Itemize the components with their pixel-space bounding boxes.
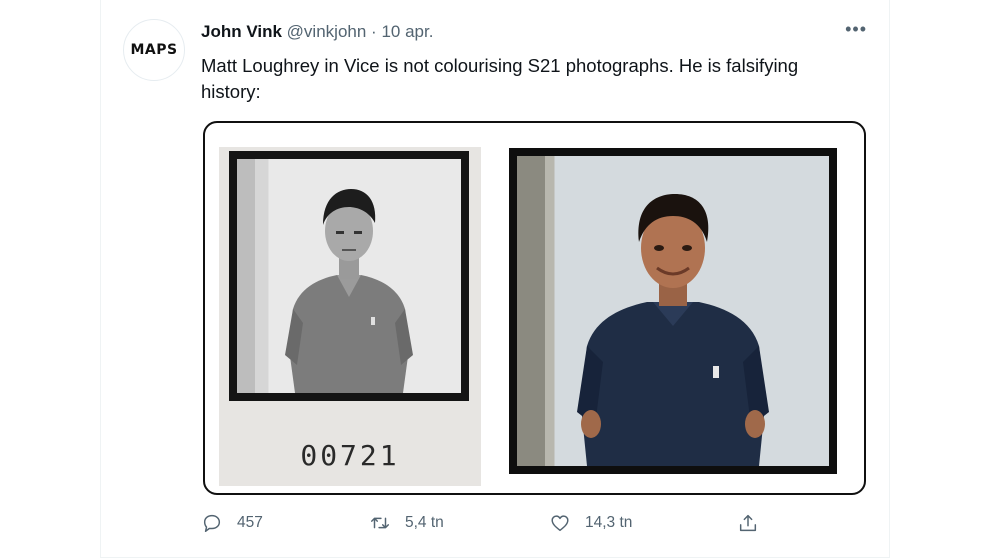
avatar-logo: MAPS xyxy=(130,42,178,58)
comment-icon xyxy=(203,514,221,532)
retweet-button[interactable]: 5,4 tn xyxy=(369,512,444,534)
reply-count: 457 xyxy=(237,514,263,531)
bw-portrait xyxy=(237,159,461,393)
share-button[interactable] xyxy=(737,512,759,534)
header-separator: · xyxy=(371,22,377,41)
retweet-count: 5,4 tn xyxy=(405,514,444,531)
color-portrait xyxy=(517,156,829,466)
tweet-media[interactable]: 00721 xyxy=(203,121,866,495)
like-count: 14,3 tn xyxy=(585,514,633,531)
tweet-card[interactable]: MAPS John Vink @vinkjohn · 10 apr. ••• M… xyxy=(100,0,890,558)
original-photo[interactable]: 00721 xyxy=(219,147,481,486)
prisoner-number: 00721 xyxy=(300,439,400,472)
share-icon xyxy=(739,514,757,532)
avatar[interactable]: MAPS xyxy=(123,19,185,81)
tweet-text: Matt Loughrey in Vice is not colourising… xyxy=(201,55,799,102)
tweet-actions: 457 5,4 tn 14,3 tn xyxy=(201,512,881,538)
retweet-icon xyxy=(371,517,389,529)
more-options-icon[interactable]: ••• xyxy=(845,20,867,38)
tweet-header: John Vink @vinkjohn · 10 apr. xyxy=(201,22,433,42)
photo-frame xyxy=(229,151,469,401)
heart-icon xyxy=(551,515,569,532)
like-button[interactable]: 14,3 tn xyxy=(549,512,632,534)
author-handle[interactable]: @vinkjohn xyxy=(287,22,367,41)
tweet-date[interactable]: 10 apr. xyxy=(381,22,433,41)
color-person-figure xyxy=(577,194,769,466)
colourised-photo[interactable] xyxy=(509,148,837,474)
reply-button[interactable]: 457 xyxy=(201,512,263,534)
author-name[interactable]: John Vink xyxy=(201,22,282,41)
bw-person-figure xyxy=(285,189,413,393)
